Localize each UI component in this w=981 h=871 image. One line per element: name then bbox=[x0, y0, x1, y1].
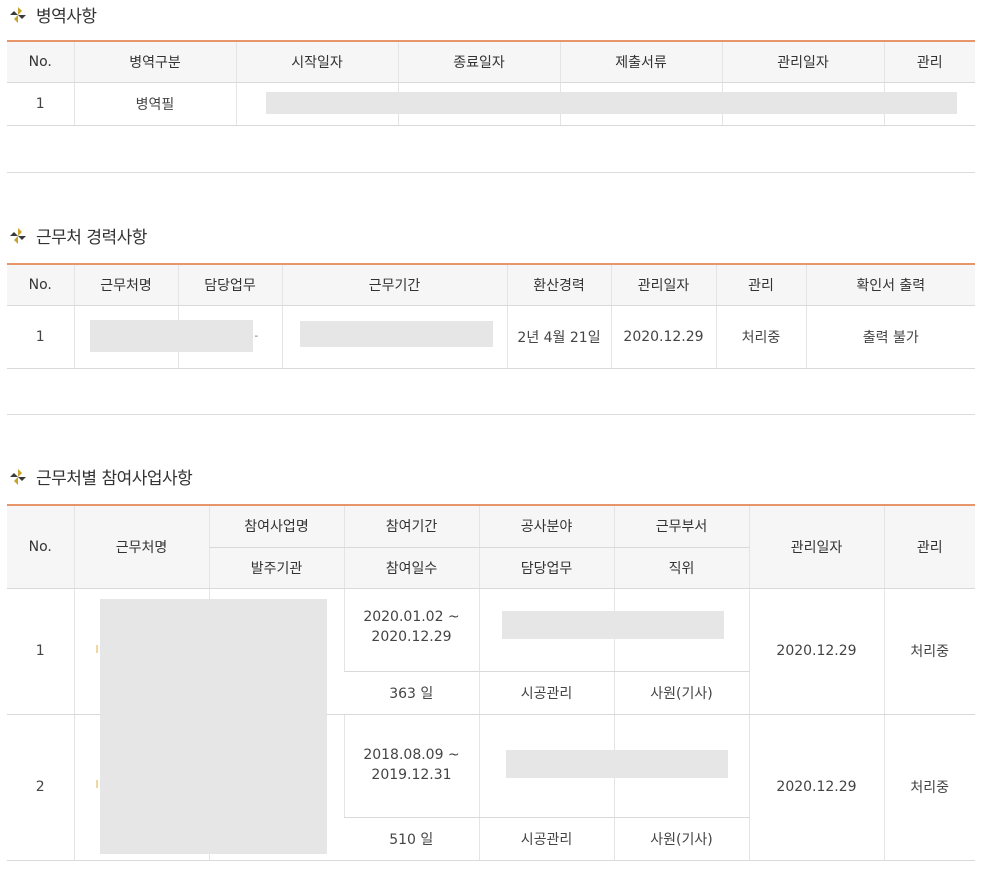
col-duty: 담당업무 bbox=[177, 264, 282, 306]
col-documents: 제출서류 bbox=[559, 41, 722, 83]
col-no: No. bbox=[7, 505, 74, 589]
col-work-period: 근무기간 bbox=[281, 264, 507, 306]
col-managed-date: 관리일자 bbox=[721, 41, 884, 83]
redacted-block bbox=[90, 320, 253, 352]
row-managed-date: 2020.12.29 bbox=[748, 714, 884, 861]
career-table: No. 근무처명 담당업무 근무기간 환산경력 관리일자 관리 확인서 출력 1… bbox=[7, 263, 975, 369]
col-position: 직위 bbox=[613, 547, 749, 589]
redaction-edge-mark bbox=[96, 645, 98, 653]
military-section-title: 병역사항 bbox=[8, 2, 97, 27]
row-managed-date: 2020.12.29 bbox=[748, 588, 884, 715]
col-manage: 관리 bbox=[883, 505, 975, 589]
redacted-block bbox=[502, 611, 724, 639]
row-no: 1 bbox=[7, 588, 74, 715]
col-manage: 관리 bbox=[715, 264, 806, 306]
military-header-row: No. 병역구분 시작일자 종료일자 제출서류 관리일자 관리 bbox=[7, 41, 975, 83]
row-days: 363 일 bbox=[344, 671, 479, 715]
row-managed-date: 2020.12.29 bbox=[610, 305, 716, 369]
col-workplace: 근무처명 bbox=[73, 505, 209, 589]
row-days: 510 일 bbox=[344, 817, 479, 861]
military-title: 병역사항 bbox=[36, 7, 97, 27]
col-days: 참여일수 bbox=[343, 547, 479, 589]
col-project-name: 참여사업명 bbox=[208, 505, 344, 548]
projects-header-row-1: No. 근무처명 참여사업명 참여기간 공사분야 근무부서 관리일자 관리 bbox=[7, 505, 975, 589]
col-certificate-print: 확인서 출력 bbox=[805, 264, 975, 306]
col-duty: 담당업무 bbox=[478, 547, 614, 589]
col-period: 참여기간 bbox=[343, 505, 479, 548]
redaction-edge-mark bbox=[96, 780, 98, 788]
redacted-block bbox=[300, 321, 493, 347]
col-manage: 관리 bbox=[883, 41, 975, 83]
row-period: 2020.01.02 ~ 2020.12.29 bbox=[343, 588, 479, 672]
col-service-type: 병역구분 bbox=[73, 41, 236, 83]
redacted-block bbox=[506, 750, 728, 778]
col-no: No. bbox=[7, 41, 74, 83]
pinwheel-icon bbox=[10, 227, 26, 244]
row-service-type: 병역필 bbox=[73, 82, 236, 126]
projects-section-title: 근무처별 참여사업사항 bbox=[8, 464, 193, 489]
row-status: 처리중 bbox=[883, 714, 975, 861]
row-position: 사원(기사) bbox=[613, 671, 749, 715]
col-start-date: 시작일자 bbox=[235, 41, 398, 83]
col-field: 공사분야 bbox=[478, 505, 614, 548]
section-divider bbox=[7, 414, 975, 415]
print-unavailable: 출력 불가 bbox=[805, 305, 975, 369]
row-status: 처리중 bbox=[883, 588, 975, 715]
col-department: 근무부서 bbox=[613, 505, 749, 548]
col-managed-date: 관리일자 bbox=[610, 264, 716, 306]
career-header-row: No. 근무처명 담당업무 근무기간 환산경력 관리일자 관리 확인서 출력 bbox=[7, 264, 975, 306]
col-client: 발주기관 bbox=[208, 547, 344, 589]
col-no: No. bbox=[7, 264, 74, 306]
redacted-block bbox=[266, 92, 957, 114]
row-duty: 시공관리 bbox=[478, 671, 614, 715]
col-converted-career: 환산경력 bbox=[506, 264, 611, 306]
col-workplace: 근무처명 bbox=[73, 264, 178, 306]
pinwheel-icon bbox=[10, 468, 26, 485]
row-position: 사원(기사) bbox=[613, 817, 749, 861]
row-no: 1 bbox=[7, 82, 74, 126]
row-duty: 시공관리 bbox=[478, 817, 614, 861]
row-converted-career: 2년 4월 21일 bbox=[506, 305, 611, 369]
row-no: 2 bbox=[7, 714, 74, 861]
redacted-block bbox=[100, 599, 327, 854]
career-title: 근무처 경력사항 bbox=[36, 228, 147, 248]
row-no: 1 bbox=[7, 305, 74, 369]
pinwheel-icon bbox=[10, 6, 26, 23]
col-managed-date: 관리일자 bbox=[748, 505, 884, 589]
row-period: 2018.08.09 ~ 2019.12.31 bbox=[343, 714, 479, 818]
projects-title: 근무처별 참여사업사항 bbox=[36, 469, 193, 489]
career-section-title: 근무처 경력사항 bbox=[8, 223, 147, 248]
section-divider bbox=[7, 172, 975, 173]
row-status: 처리중 bbox=[715, 305, 806, 369]
col-end-date: 종료일자 bbox=[397, 41, 560, 83]
